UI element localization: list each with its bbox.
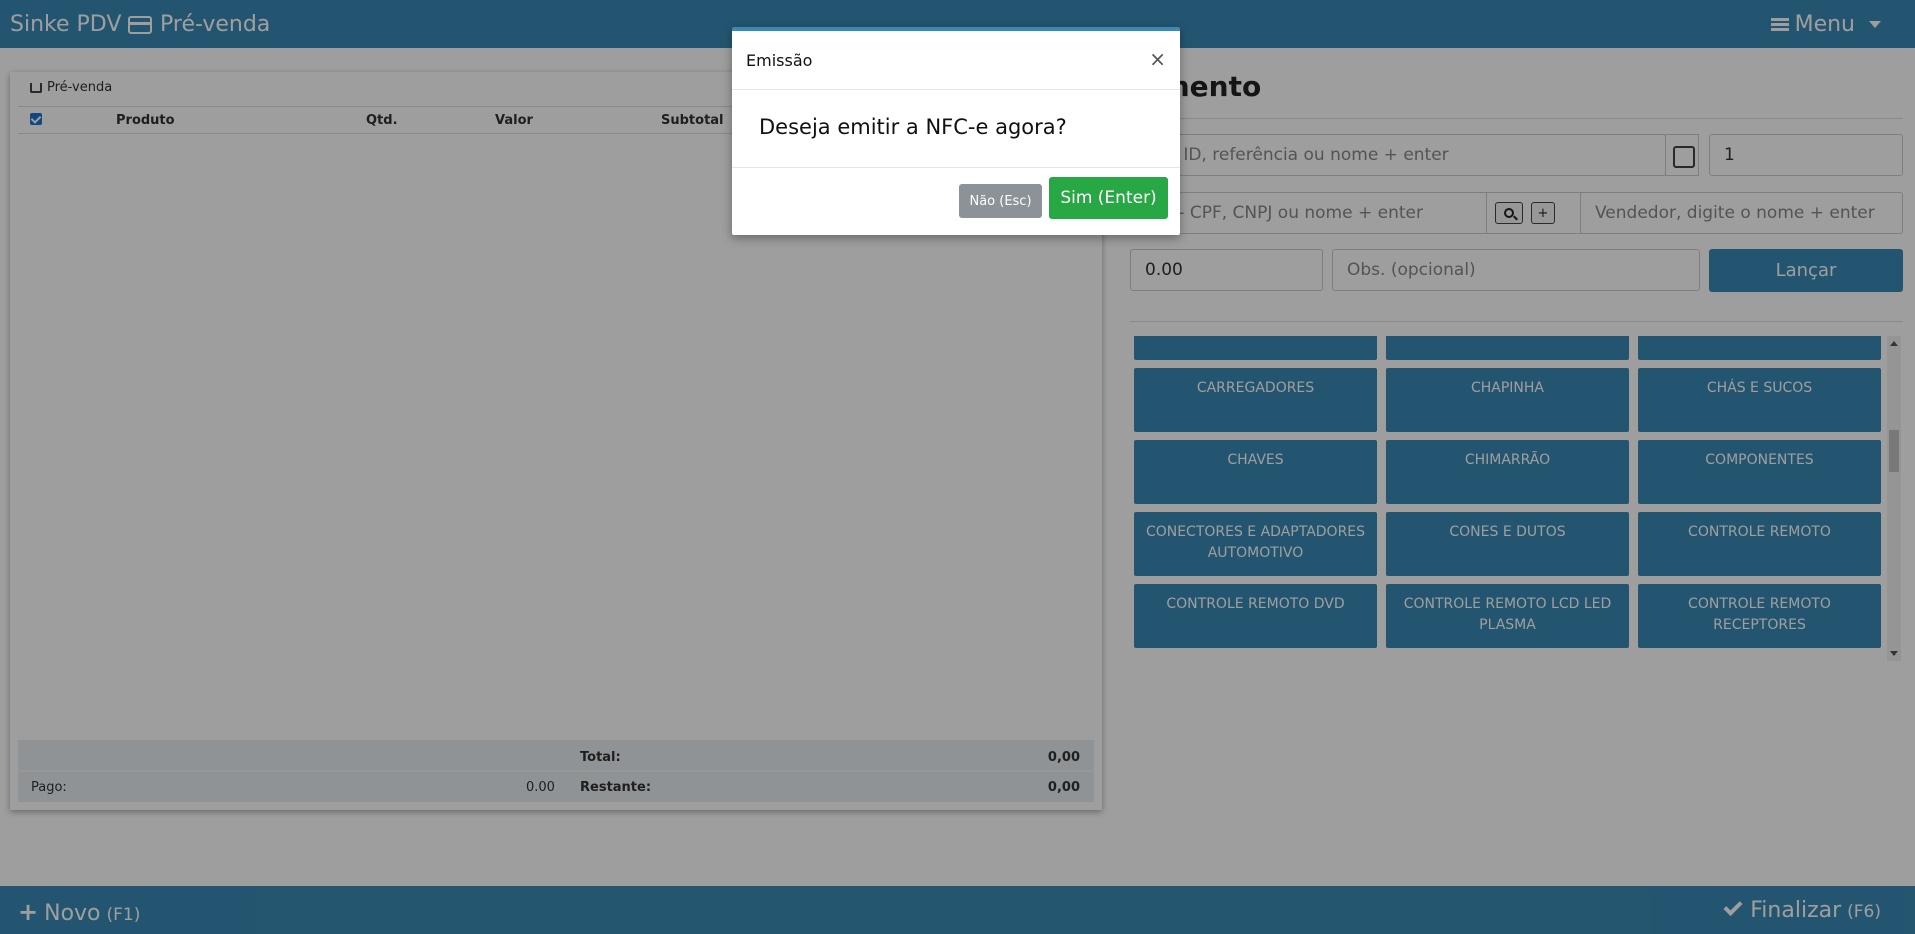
- modal-title: Emissão: [746, 51, 813, 70]
- no-button[interactable]: Não (Esc): [959, 184, 1042, 218]
- emission-modal: Emissão × Deseja emitir a NFC-e agora? N…: [732, 27, 1180, 235]
- yes-button[interactable]: Sim (Enter): [1049, 177, 1168, 219]
- close-icon[interactable]: ×: [1149, 49, 1166, 69]
- modal-footer-divider: [732, 167, 1180, 168]
- modal-message: Deseja emitir a NFC-e agora?: [759, 115, 1067, 139]
- modal-header-divider: [732, 89, 1180, 90]
